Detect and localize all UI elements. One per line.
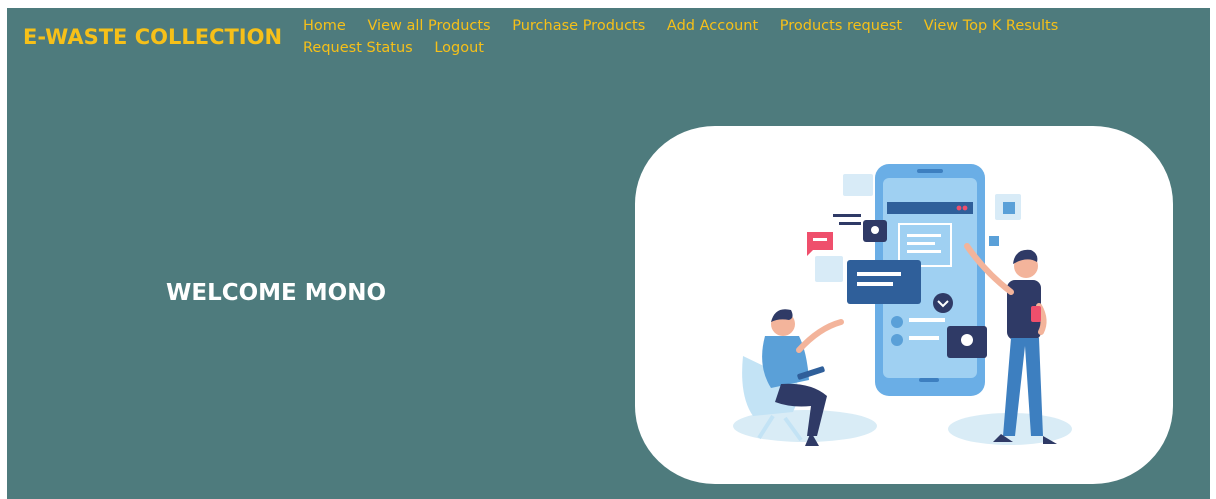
card-line (857, 272, 901, 276)
floating-panel-icon (843, 174, 873, 196)
main-nav: Home View all Products Purchase Products… (303, 15, 1143, 59)
motion-line (839, 222, 861, 225)
nav-view-all-products[interactable]: View all Products (367, 18, 490, 34)
nav-logout[interactable]: Logout (434, 40, 484, 56)
nav-add-account[interactable]: Add Account (667, 18, 758, 34)
site-title[interactable]: E-WASTE COLLECTION (23, 25, 282, 49)
welcome-heading: WELCOME MONO (166, 280, 387, 306)
floating-panel-icon (815, 256, 843, 282)
check-icon (1003, 202, 1015, 214)
avatar-icon (961, 334, 973, 346)
card-line (857, 282, 893, 286)
chat-line (813, 238, 827, 241)
page-background: E-WASTE COLLECTION Home View all Product… (7, 8, 1210, 499)
mobile-app-illustration (733, 164, 1072, 446)
nav-request-status[interactable]: Request Status (303, 40, 413, 56)
nav-products-request[interactable]: Products request (780, 18, 902, 34)
chat-bubble-icon (807, 232, 833, 256)
hero-illustration-card (635, 126, 1173, 484)
motion-line (833, 214, 861, 217)
pin-dot (871, 226, 879, 234)
nav-home[interactable]: Home (303, 18, 346, 34)
cube-icon (989, 236, 999, 246)
nav-view-top-k-results[interactable]: View Top K Results (924, 18, 1059, 34)
nav-purchase-products[interactable]: Purchase Products (512, 18, 645, 34)
